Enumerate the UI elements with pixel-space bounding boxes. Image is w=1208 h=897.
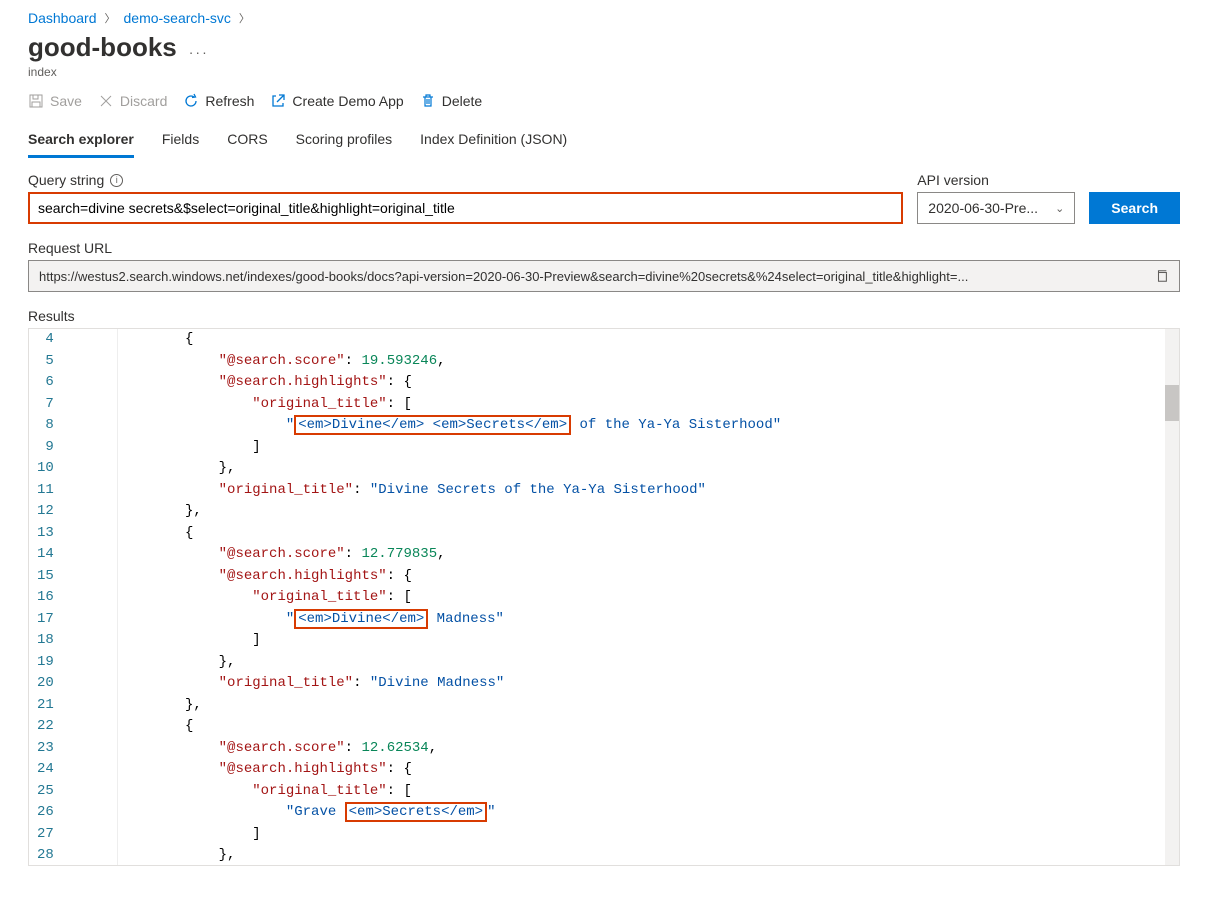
demo-app-label: Create Demo App — [292, 93, 403, 109]
line-number: 5 — [37, 351, 54, 373]
request-url-label: Request URL — [28, 240, 1180, 256]
fold-gutter — [70, 329, 90, 865]
refresh-button[interactable]: Refresh — [183, 93, 254, 109]
delete-button[interactable]: Delete — [420, 93, 482, 109]
highlight-callout: <em>Divine</em> <em>Secrets</em> — [294, 415, 571, 435]
line-number: 16 — [37, 587, 54, 609]
close-icon — [98, 93, 114, 109]
line-number: 12 — [37, 501, 54, 523]
breadcrumb-service[interactable]: demo-search-svc — [124, 10, 231, 26]
info-icon[interactable]: i — [110, 174, 123, 187]
code-content: { "@search.score": 19.593246, "@search.h… — [118, 329, 1179, 865]
line-number: 23 — [37, 738, 54, 760]
discard-button: Discard — [98, 93, 167, 109]
search-button[interactable]: Search — [1089, 192, 1180, 224]
results-label: Results — [28, 308, 1180, 324]
breadcrumb-dashboard[interactable]: Dashboard — [28, 10, 97, 26]
tab-scoring[interactable]: Scoring profiles — [296, 123, 393, 158]
line-number: 15 — [37, 566, 54, 588]
line-number: 26 — [37, 802, 54, 824]
refresh-label: Refresh — [205, 93, 254, 109]
command-bar: Save Discard Refresh Create Demo App Del… — [28, 93, 1180, 117]
discard-label: Discard — [120, 93, 167, 109]
request-url-box: https://westus2.search.windows.net/index… — [28, 260, 1180, 292]
delete-label: Delete — [442, 93, 482, 109]
margin-strip — [90, 329, 118, 865]
line-number: 10 — [37, 458, 54, 480]
refresh-icon — [183, 93, 199, 109]
trash-icon — [420, 93, 436, 109]
highlight-callout: <em>Secrets</em> — [345, 802, 487, 822]
page-subtitle: index — [28, 65, 1180, 79]
line-number: 7 — [37, 394, 54, 416]
overview-ruler[interactable] — [1165, 329, 1179, 865]
line-number: 21 — [37, 695, 54, 717]
query-string-label: Query string — [28, 172, 104, 188]
chevron-down-icon: ⌄ — [1055, 202, 1064, 215]
more-icon[interactable]: ··· — [189, 44, 209, 60]
chevron-right-icon: 〉 — [105, 10, 116, 26]
line-number: 18 — [37, 630, 54, 652]
save-label: Save — [50, 93, 82, 109]
tab-search-explorer[interactable]: Search explorer — [28, 123, 134, 158]
open-external-icon — [270, 93, 286, 109]
line-number: 25 — [37, 781, 54, 803]
line-number: 14 — [37, 544, 54, 566]
tab-fields[interactable]: Fields — [162, 123, 199, 158]
line-number: 27 — [37, 824, 54, 846]
request-url-value: https://westus2.search.windows.net/index… — [39, 269, 1145, 284]
save-button: Save — [28, 93, 82, 109]
page-title: good-books — [28, 32, 177, 63]
save-icon — [28, 93, 44, 109]
line-number: 11 — [37, 480, 54, 502]
line-number: 24 — [37, 759, 54, 781]
tab-cors[interactable]: CORS — [227, 123, 267, 158]
line-number: 9 — [37, 437, 54, 459]
highlight-callout: <em>Divine</em> — [294, 609, 428, 629]
line-number: 13 — [37, 523, 54, 545]
chevron-right-icon: 〉 — [239, 10, 250, 26]
results-editor[interactable]: 4567891011121314151617181920212223242526… — [28, 328, 1180, 866]
line-number: 19 — [37, 652, 54, 674]
line-number-gutter: 4567891011121314151617181920212223242526… — [29, 329, 70, 865]
line-number: 28 — [37, 845, 54, 866]
line-number: 17 — [37, 609, 54, 631]
tab-bar: Search explorer Fields CORS Scoring prof… — [28, 123, 1180, 158]
line-number: 20 — [37, 673, 54, 695]
breadcrumb: Dashboard 〉 demo-search-svc 〉 — [28, 10, 1180, 26]
query-string-input[interactable] — [28, 192, 903, 224]
api-version-value: 2020-06-30-Pre... — [928, 200, 1038, 216]
line-number: 4 — [37, 329, 54, 351]
create-demo-app-button[interactable]: Create Demo App — [270, 93, 403, 109]
line-number: 6 — [37, 372, 54, 394]
api-version-select[interactable]: 2020-06-30-Pre... ⌄ — [917, 192, 1075, 224]
line-number: 8 — [37, 415, 54, 437]
api-version-label: API version — [917, 172, 989, 188]
copy-icon[interactable] — [1155, 269, 1169, 283]
tab-index-definition[interactable]: Index Definition (JSON) — [420, 123, 567, 158]
line-number: 22 — [37, 716, 54, 738]
